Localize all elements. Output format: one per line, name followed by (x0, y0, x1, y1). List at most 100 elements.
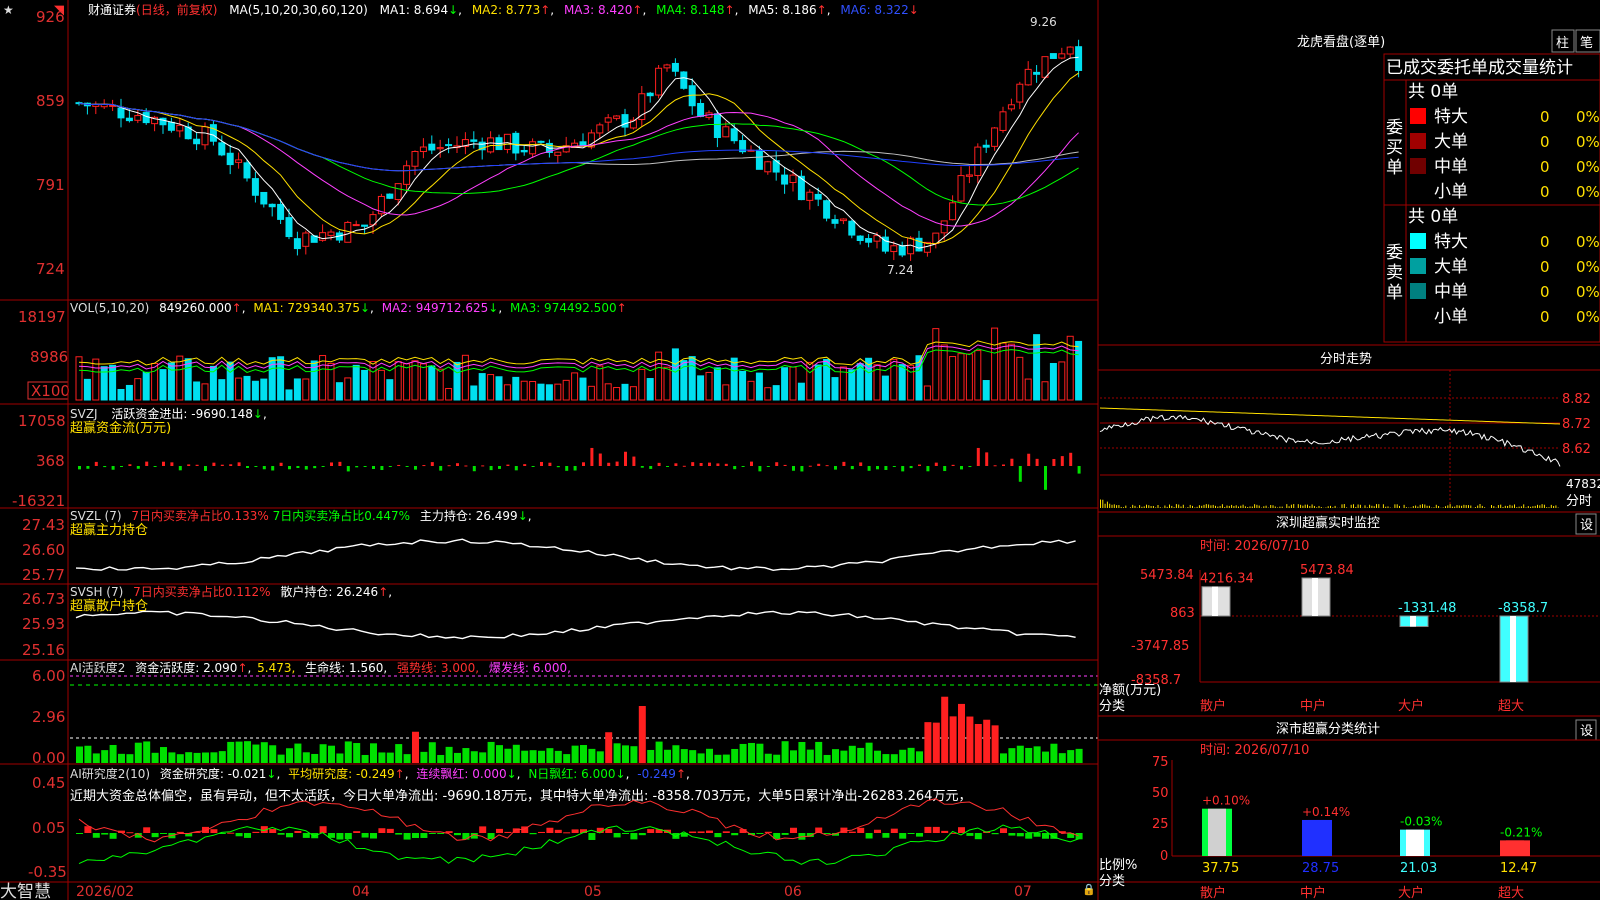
research-bar (109, 833, 117, 839)
ai-active-bar (664, 749, 671, 763)
ai-active-bar (353, 743, 361, 763)
research-bar (1033, 833, 1041, 837)
svzj-bar (430, 462, 434, 466)
ai-active-bar (420, 751, 428, 763)
research-bar (756, 833, 764, 834)
svzj-bar (901, 466, 905, 472)
svzj-bar (111, 466, 115, 470)
candle-body (579, 141, 587, 147)
intra-vol-bar (1277, 507, 1279, 508)
candle-body (361, 224, 369, 227)
ai-active-bar (697, 753, 705, 763)
research-bar (613, 833, 621, 838)
research-bar (924, 826, 932, 833)
intra-vol-bar (1477, 505, 1479, 508)
research-bar (294, 830, 302, 833)
volume-bar (562, 379, 570, 401)
volume-bar (545, 384, 553, 401)
main-price-pane[interactable]: ★ ◥ 财通证券(日线，前复权) MA(5,10,20,30,60,120) M… (0, 0, 1098, 300)
intra-vol-bar (1139, 505, 1141, 508)
candle-body (293, 238, 301, 250)
svzj-bar (178, 466, 182, 471)
ai-active-bar (848, 745, 856, 763)
vol-ma1: MA1: 729340.375 (253, 301, 360, 315)
tab-volume-stats[interactable]: 成交量统计 (1488, 58, 1573, 78)
monitor-panel[interactable]: 深圳超赢实时监控 设 时间: 2026/07/10 4216.34 5473.84… (1098, 511, 1600, 714)
intra-vol-bar (1104, 503, 1106, 508)
classify-panel[interactable]: 深市超赢分类统计 设 时间: 2026/07/10 +0.10%37.75+0.… (1098, 715, 1600, 900)
tab-traded[interactable]: 已成交 (1386, 58, 1437, 78)
ma2-value: MA2: 8.773 (472, 3, 540, 17)
order-count: 共 0单 (1408, 207, 1458, 227)
vol-value: 849260.000 (159, 301, 232, 315)
ai-active-bar (437, 754, 445, 763)
intra-vol-bar (1371, 505, 1373, 508)
ai-active-line4: 强势线: 3.000, (397, 661, 479, 675)
ai-active-bar (672, 745, 680, 763)
volume-bar (487, 374, 495, 401)
research-bar (630, 833, 638, 840)
intra-vol-bar (1134, 505, 1136, 508)
intra-tick-1: 8.82 (1562, 392, 1591, 407)
ai-active-bar (160, 747, 167, 763)
research-bar (882, 833, 890, 838)
candle-body (831, 219, 839, 224)
research-bar (395, 833, 403, 835)
svsh-subtitle: 超赢散户持仓 (70, 598, 148, 614)
intra-vol-bar (1123, 507, 1124, 508)
svzj-bar (481, 465, 485, 467)
intra-vol-bar (1270, 505, 1272, 508)
ai-research-pane[interactable]: AI研究度2(10) 资金研究度: -0.021↓, 平均研究度: -0.249… (28, 766, 1083, 881)
svzj-pane[interactable]: SVZJ 活跃资金进出: -9690.148↓, 超赢资金流(万元) 17058… (12, 406, 1081, 510)
intra-vol-bar (1422, 504, 1423, 508)
research-bar (412, 833, 419, 838)
ai-active-bar (563, 754, 571, 763)
svzj-bar (590, 447, 594, 466)
tab-orders[interactable]: 委托单 (1437, 58, 1488, 78)
intraday-avg-line (1099, 407, 1561, 425)
ai-active-pane[interactable]: AI活跃度2 资金活跃度: 2.090↑, 5.473, 生命线: 1.560,… (32, 660, 1098, 767)
monitor-value: -1331.48 (1398, 601, 1456, 616)
ai-research-line5: -0.249 (637, 767, 676, 781)
volume-bar (621, 383, 629, 401)
classify-change: +0.14% (1302, 805, 1350, 819)
svsh-pane[interactable]: SVSH (7) 7日内买卖净占比0.112% 散户持仓: 26.246↑, 超… (22, 584, 1076, 659)
volume-bar (587, 385, 595, 401)
ai-active-bar (622, 745, 629, 763)
svzj-bar (674, 463, 678, 466)
intraday-panel[interactable]: 分时走势 8.82 8.72 8.62 47832 分时 (1098, 344, 1600, 510)
svzj-bar (170, 462, 174, 466)
intra-vol-bar (1373, 506, 1375, 508)
star-icon[interactable]: ★ (3, 3, 14, 17)
ai-active-bar (109, 744, 117, 763)
svzl-pane[interactable]: SVZL (7) 7日内买卖净占比0.133% 7日内买卖净占比0.447% 主… (22, 508, 1076, 584)
svsh-line (75, 610, 1076, 640)
intra-vol-bar (1132, 504, 1134, 508)
volume-bar (235, 377, 243, 401)
classify-bar-core (1406, 829, 1424, 856)
volume-bar (335, 382, 343, 401)
volume-bar (730, 357, 738, 401)
research-line-red (78, 798, 1079, 843)
volume-bar (781, 367, 789, 401)
volume-pane[interactable]: VOL(5,10,20) 849260.000↑, MA1: 729340.37… (18, 301, 1083, 401)
intra-vol-bar (1265, 505, 1267, 508)
volume-bar (201, 383, 209, 401)
intra-vol-bar (1484, 507, 1486, 508)
research-bar (823, 833, 831, 834)
candle-body (285, 217, 293, 238)
vol-label: VOL(5,10,20) (70, 301, 149, 315)
svzj-bar (775, 462, 779, 466)
intra-vol-bar (1438, 505, 1440, 508)
svzj-bar (842, 461, 846, 466)
research-bar (252, 831, 260, 833)
ma3-value: MA3: 8.420 (564, 3, 632, 17)
ai-active-bar (798, 741, 806, 763)
intra-vol-bar (1175, 504, 1177, 508)
svzj-tick-mid: 368 (36, 452, 65, 470)
volume-bar (705, 371, 713, 401)
volume-bar (352, 364, 360, 401)
volume-bar (428, 365, 436, 401)
research-bar (344, 833, 352, 840)
volume-bar (302, 378, 310, 401)
